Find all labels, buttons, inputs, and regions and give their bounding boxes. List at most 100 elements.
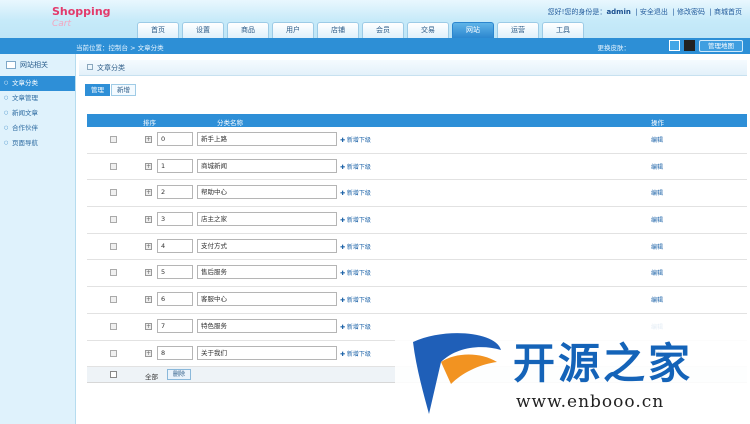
manage-map-button[interactable]: 管理地图 (699, 40, 743, 52)
expand-icon[interactable]: + (145, 296, 152, 304)
sort-input[interactable]: 8 (157, 345, 193, 360)
sidebar-item[interactable]: 文章管理 (0, 91, 75, 106)
edit-link[interactable]: 编辑 (651, 268, 663, 277)
nav-tab[interactable]: 运营 (497, 22, 539, 38)
expand-icon[interactable]: + (145, 189, 152, 197)
expand-icon[interactable]: + (145, 349, 152, 357)
sidebar-title: 网站相关 (0, 54, 75, 76)
expand-icon[interactable]: + (145, 269, 152, 277)
skin-blue-swatch[interactable] (669, 40, 680, 51)
add-subcategory-link[interactable]: ✚ 新增下级 (340, 162, 371, 171)
expand-icon[interactable]: + (145, 136, 152, 143)
sort-input[interactable]: 2 (157, 185, 193, 200)
edit-link[interactable]: 编辑 (651, 135, 663, 144)
nav-tab[interactable]: 首页 (137, 22, 179, 38)
breadcrumb: 当前位置：控制台 > 文章分类 (76, 44, 164, 52)
table-row: +5 售后服务 ✚ 新增下级 编辑 (87, 260, 747, 288)
add-subcategory-link[interactable]: ✚ 新增下级 (340, 295, 371, 304)
sidebar-item[interactable]: 文章分类 (0, 76, 75, 91)
table-row: +2 帮助中心 ✚ 新增下级 编辑 (87, 180, 747, 208)
sidebar-title-label: 网站相关 (20, 61, 48, 69)
edit-link[interactable]: 编辑 (651, 215, 663, 224)
row-checkbox[interactable] (110, 242, 117, 250)
main-nav: 首页 设置 商品 用户 店铺 会员 交易 网站 运营 工具 (137, 22, 587, 38)
panel-title-label: 文章分类 (97, 64, 125, 72)
row-checkbox[interactable] (110, 136, 117, 143)
add-subcategory-link[interactable]: ✚ 新增下级 (340, 268, 371, 277)
nav-tab[interactable]: 网站 (452, 22, 494, 38)
sort-input[interactable]: 5 (157, 265, 193, 280)
add-subcategory-link[interactable]: ✚ 新增下级 (340, 242, 371, 251)
nav-tab[interactable]: 工具 (542, 22, 584, 38)
sort-input[interactable]: 7 (157, 318, 193, 333)
expand-icon[interactable]: + (145, 216, 152, 224)
delete-button[interactable]: 删除 (167, 369, 192, 381)
panel-title: 文章分类 (79, 60, 747, 76)
nav-tab[interactable]: 设置 (182, 22, 224, 38)
sort-input[interactable]: 4 (157, 238, 193, 253)
change-password-link[interactable]: 修改密码 (677, 8, 705, 16)
select-all-checkbox[interactable] (110, 371, 117, 379)
watermark-logo-icon (413, 333, 501, 414)
category-name-input[interactable]: 客服中心 (197, 292, 337, 307)
category-name-input[interactable]: 关于我们 (197, 345, 337, 360)
edit-link[interactable]: 编辑 (651, 188, 663, 197)
breadcrumb-bar: 当前位置：控制台 > 文章分类 更换皮肤： 管理地图 (0, 38, 750, 54)
table-row: +0 新手上路 ✚ 新增下级 编辑 (87, 127, 747, 154)
edit-link[interactable]: 编辑 (651, 242, 663, 251)
sort-input[interactable]: 1 (157, 158, 193, 173)
sidebar-item[interactable]: 页面导航 (0, 136, 75, 151)
add-subcategory-link[interactable]: ✚ 新增下级 (340, 322, 371, 331)
folder-icon (6, 61, 16, 69)
category-name-input[interactable]: 店主之家 (197, 212, 337, 227)
sort-input[interactable]: 3 (157, 212, 193, 227)
sidebar-item[interactable]: 合作伙伴 (0, 121, 75, 136)
add-subcategory-link[interactable]: ✚ 新增下级 (340, 349, 371, 358)
user-links: 您好!您的身份是：admin | 安全退出 | 修改密码 | 商城首页 (547, 8, 742, 16)
tab-add[interactable]: 新增 (111, 84, 136, 96)
row-checkbox[interactable] (110, 296, 117, 304)
watermark: 开源之家 www.enbooo.cn (395, 318, 750, 424)
sort-input[interactable]: 6 (157, 292, 193, 307)
nav-tab[interactable]: 用户 (272, 22, 314, 38)
nav-tab[interactable]: 店铺 (317, 22, 359, 38)
add-subcategory-link[interactable]: ✚ 新增下级 (340, 135, 371, 144)
category-name-input[interactable]: 帮助中心 (197, 185, 337, 200)
category-name-input[interactable]: 支付方式 (197, 238, 337, 253)
column-action: 操作 (651, 119, 664, 127)
expand-icon[interactable]: + (145, 242, 152, 250)
watermark-title: 开源之家 (513, 339, 694, 388)
table-header: 排序 分类名称 操作 (87, 114, 747, 127)
table-row: +3 店主之家 ✚ 新增下级 编辑 (87, 207, 747, 234)
edit-link[interactable]: 编辑 (651, 162, 663, 171)
logo[interactable]: Shopping (52, 5, 111, 18)
watermark-url: www.enbooo.cn (516, 392, 665, 412)
category-name-input[interactable]: 售后服务 (197, 265, 337, 280)
category-name-input[interactable]: 新手上路 (197, 132, 337, 146)
logout-link[interactable]: 安全退出 (640, 8, 668, 16)
add-subcategory-link[interactable]: ✚ 新增下级 (340, 215, 371, 224)
tab-manage[interactable]: 管理 (85, 84, 110, 96)
edit-link[interactable]: 编辑 (651, 295, 663, 304)
category-name-input[interactable]: 特色服务 (197, 318, 337, 333)
column-sort: 排序 (143, 119, 156, 127)
sort-input[interactable]: 0 (157, 132, 193, 146)
row-checkbox[interactable] (110, 269, 117, 277)
row-checkbox[interactable] (110, 162, 117, 170)
row-checkbox[interactable] (110, 189, 117, 197)
category-name-input[interactable]: 商城新闻 (197, 158, 337, 173)
skin-black-swatch[interactable] (684, 40, 695, 51)
nav-tab[interactable]: 会员 (362, 22, 404, 38)
nav-tab[interactable]: 交易 (407, 22, 449, 38)
add-subcategory-link[interactable]: ✚ 新增下级 (340, 188, 371, 197)
expand-icon[interactable]: + (145, 162, 152, 170)
sidebar-item[interactable]: 新闻文章 (0, 106, 75, 121)
row-checkbox[interactable] (110, 216, 117, 224)
skin-switch-label: 更换皮肤： (597, 44, 631, 52)
store-home-link[interactable]: 商城首页 (714, 8, 742, 16)
nav-tab[interactable]: 商品 (227, 22, 269, 38)
row-checkbox[interactable] (110, 322, 117, 330)
row-checkbox[interactable] (110, 349, 117, 357)
action-tabs: 管理 新增 (85, 84, 137, 96)
expand-icon[interactable]: + (145, 322, 152, 330)
